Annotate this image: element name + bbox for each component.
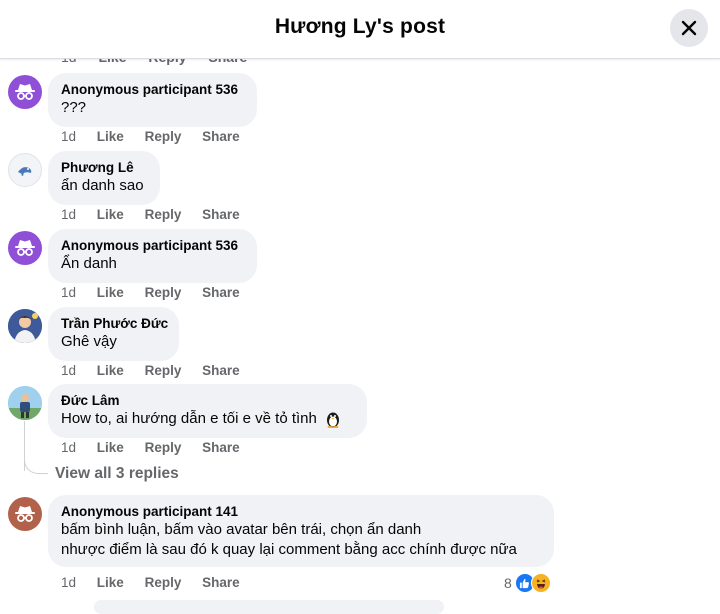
- comment-author[interactable]: Anonymous participant 536: [61, 237, 244, 254]
- comment-text: Ẩn danh: [61, 255, 117, 272]
- view-replies-link[interactable]: View all 3 replies: [55, 465, 179, 483]
- comment-text: ẩn danh sao: [61, 177, 144, 194]
- reply-link[interactable]: Reply: [145, 575, 182, 590]
- reply-link[interactable]: Reply: [145, 129, 182, 144]
- like-link[interactable]: Like: [97, 440, 124, 455]
- like-link[interactable]: Like: [97, 207, 124, 222]
- next-comment-bubble-partial: [94, 600, 444, 614]
- comment-text: ???: [61, 99, 87, 116]
- share-link[interactable]: Share: [202, 129, 240, 144]
- haha-reaction-icon: [530, 573, 551, 593]
- like-link[interactable]: Like: [97, 363, 124, 378]
- comment-actions: 1d Like Reply Share: [61, 575, 257, 590]
- share-link[interactable]: Share: [202, 285, 240, 300]
- comment-bubble: Trần Phước Đức Ghê vậy: [48, 307, 179, 361]
- share-link[interactable]: Share: [202, 207, 240, 222]
- comment-author[interactable]: Anonymous participant 141: [61, 503, 541, 520]
- avatar[interactable]: [8, 386, 42, 420]
- share-link[interactable]: Share: [202, 575, 240, 590]
- comment-text: How to, ai hướng dẫn e tối e về tỏ tình: [61, 410, 317, 427]
- share-link[interactable]: Share: [202, 363, 240, 378]
- comment-author[interactable]: Phương Lê: [61, 159, 147, 176]
- close-button[interactable]: [670, 9, 708, 47]
- comment-bubble: Đức Lâm How to, ai hướng dẫn e tối e về …: [48, 384, 367, 438]
- comment-actions: 1d Like Reply Share: [61, 440, 257, 455]
- comment-text-line-2: nhược điểm là sau đó k quay lại comment …: [61, 541, 517, 558]
- avatar[interactable]: [8, 309, 42, 343]
- like-link[interactable]: Like: [97, 575, 124, 590]
- comment-actions: 1d Like Reply Share: [61, 285, 257, 300]
- avatar[interactable]: [8, 231, 42, 265]
- comment-time[interactable]: 1d: [61, 285, 76, 300]
- close-icon: [681, 20, 697, 36]
- comment-actions: 1d Like Reply Share: [61, 207, 257, 222]
- comment-actions: 1d Like Reply Share: [61, 129, 257, 144]
- comment-author[interactable]: Trần Phước Đức: [61, 315, 168, 332]
- profile-photo: [8, 309, 42, 343]
- avatar[interactable]: [8, 497, 42, 531]
- comment-bubble: Anonymous participant 536 ???: [48, 73, 257, 127]
- share-link[interactable]: Share: [202, 440, 240, 455]
- page-title: Hương Ly's post: [274, 15, 446, 38]
- comment-time[interactable]: 1d: [61, 440, 76, 455]
- reply-link[interactable]: Reply: [145, 207, 182, 222]
- like-link[interactable]: Like: [97, 129, 124, 144]
- reaction-count: 8: [504, 575, 512, 591]
- penguin-icon: [327, 412, 340, 429]
- comment-time[interactable]: 1d: [61, 575, 76, 590]
- reactions-summary[interactable]: 8: [504, 573, 551, 593]
- comment-time[interactable]: 1d: [61, 129, 76, 144]
- comment-time[interactable]: 1d: [61, 207, 76, 222]
- post-header: Hương Ly's post: [0, 0, 720, 59]
- comment-bubble: Anonymous participant 536 Ẩn danh: [48, 229, 257, 283]
- anonymous-icon: [15, 84, 35, 100]
- comment-text-line-1: bấm bình luận, bấm vào avatar bên trái, …: [61, 521, 422, 538]
- thread-connector: [24, 452, 48, 474]
- comments-feed: 1d Like Reply Share Anonymous participan…: [0, 0, 720, 614]
- comment-author[interactable]: Anonymous participant 536: [61, 81, 244, 98]
- profile-photo: [8, 386, 42, 420]
- like-link[interactable]: Like: [97, 285, 124, 300]
- anonymous-icon: [15, 240, 35, 256]
- comment-text-row: How to, ai hướng dẫn e tối e về tỏ tình: [61, 409, 354, 429]
- reply-link[interactable]: Reply: [145, 285, 182, 300]
- avatar[interactable]: [8, 153, 42, 187]
- comment-text: Ghê vậy: [61, 333, 117, 350]
- reply-link[interactable]: Reply: [145, 363, 182, 378]
- profile-photo: [18, 167, 32, 176]
- comment-bubble: Phương Lê ẩn danh sao: [48, 151, 160, 205]
- anonymous-icon: [15, 506, 35, 522]
- comment-author[interactable]: Đức Lâm: [61, 392, 354, 409]
- avatar[interactable]: [8, 75, 42, 109]
- comment-actions: 1d Like Reply Share: [61, 363, 257, 378]
- comment-time[interactable]: 1d: [61, 363, 76, 378]
- reply-link[interactable]: Reply: [145, 440, 182, 455]
- comment-bubble: Anonymous participant 141 bấm bình luận,…: [48, 495, 554, 567]
